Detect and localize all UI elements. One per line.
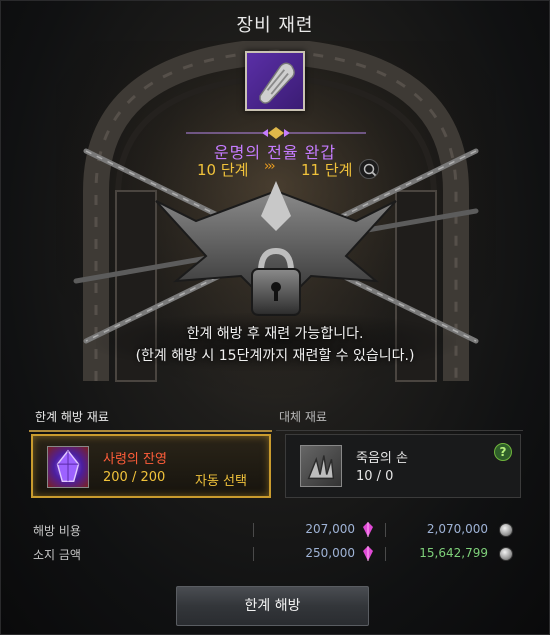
primary-material-count: 200 / 200 [103, 470, 166, 485]
primary-material-name: 사령의 잔영 [103, 452, 167, 467]
death-claw-icon [300, 445, 342, 487]
tab-limit-release-materials[interactable]: 한계 해방 재료 [35, 408, 109, 425]
help-icon[interactable]: ? [494, 443, 512, 461]
release-cost-gold-value: 2,070,000 [426, 522, 488, 536]
owned-amount-row: 소지 금액 250,000 15,642,799 [29, 543, 523, 565]
grade-progression: 10 단계 ››› 11 단계 [1, 159, 549, 181]
grade-next: 11 단계 [301, 161, 353, 179]
divider [385, 547, 386, 561]
alternate-material-name: 죽음의 손 [356, 451, 408, 466]
release-cost-row: 해방 비용 207,000 2,070,000 [29, 519, 523, 541]
release-cost-gem-value: 207,000 [305, 522, 355, 536]
spirit-crystal-icon [47, 446, 89, 488]
tab-active-underline [29, 430, 272, 432]
gem-icon [363, 546, 373, 561]
grade-current: 10 단계 [197, 161, 249, 179]
release-cost-label: 해방 비용 [33, 524, 81, 538]
auto-select-label: 자동 선택 [195, 474, 247, 489]
gem-icon [363, 522, 373, 537]
notice-line-2: (한계 해방 시 15단계까지 재련할 수 있습니다.) [135, 348, 415, 364]
tab-divider [276, 430, 523, 431]
item-slot[interactable] [245, 51, 305, 111]
window-title: 장비 재련 [236, 15, 314, 36]
ornament-divider [186, 127, 366, 139]
divider [385, 523, 386, 537]
refine-window: 장비 재련 운명의 전율 완갑 10 단계 ››› 11 단계 한계 해방 후 … [0, 0, 550, 635]
chevron-right-icon: ››› [264, 159, 276, 174]
silver-coin-icon [499, 547, 513, 561]
silver-coin-icon [499, 523, 513, 537]
tab-alternate-materials[interactable]: 대체 재료 [279, 408, 327, 425]
limit-release-button[interactable]: 한계 해방 [176, 586, 369, 626]
materials-panel: 한계 해방 재료 대체 재료 사령의 잔영 200 / 200 자동 선택 죽음… [29, 406, 523, 501]
owned-gold-value: 15,642,799 [419, 546, 488, 560]
limit-release-notice: 한계 해방 후 재련 가능합니다. (한계 해방 시 15단계까지 재련할 수 … [1, 323, 549, 367]
magnify-icon[interactable] [359, 159, 379, 179]
owned-gem-value: 250,000 [305, 546, 355, 560]
alternate-material-card[interactable]: 죽음의 손 10 / 0 ? [285, 434, 521, 498]
primary-material-card[interactable]: 사령의 잔영 200 / 200 자동 선택 [31, 434, 271, 498]
owned-amount-label: 소지 금액 [33, 548, 81, 562]
gauntlet-icon [259, 62, 295, 104]
divider [253, 523, 254, 537]
alternate-material-count: 10 / 0 [356, 469, 394, 484]
divider [253, 547, 254, 561]
notice-line-1: 한계 해방 후 재련 가능합니다. [186, 326, 364, 342]
